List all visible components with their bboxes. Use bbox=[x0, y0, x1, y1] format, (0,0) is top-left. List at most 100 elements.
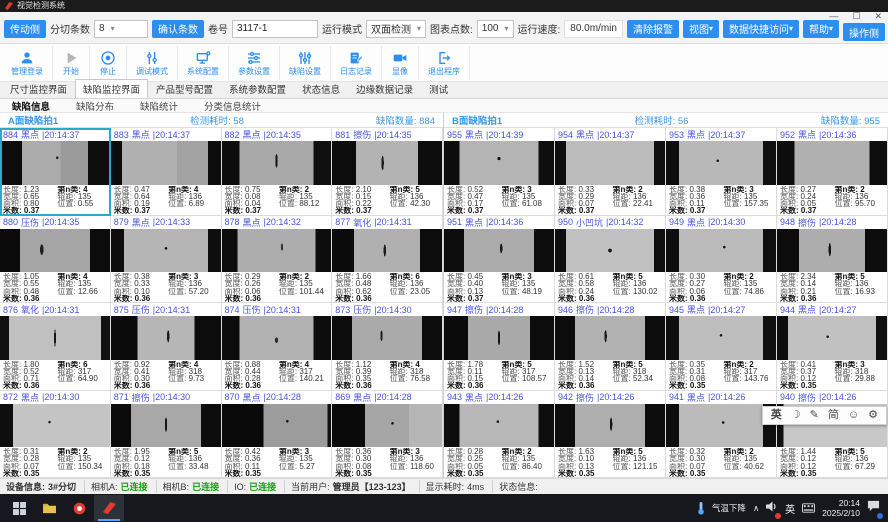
debug-mode-button[interactable]: 调试模式 bbox=[127, 46, 178, 80]
defect-cell[interactable]: 946 擦伤 |20:14:28 长度: 1.52 宽度: 0.13 面积: 0… bbox=[555, 303, 666, 391]
defect-cell[interactable]: 947 擦伤 |20:14:28 长度: 1.78 宽度: 0.11 面积: 0… bbox=[444, 303, 555, 391]
defect-cell[interactable]: 872 黑点 |20:14:30 长度: 0.31 宽度: 0.28 面积: 0… bbox=[0, 391, 111, 479]
defect-image[interactable] bbox=[111, 141, 221, 185]
defect-image[interactable] bbox=[555, 404, 665, 448]
defect-cell[interactable]: 870 黑点 |20:14:28 长度: 0.42 宽度: 0.36 面积: 0… bbox=[222, 391, 333, 479]
ime-simplified-toggle[interactable]: 简 bbox=[828, 407, 839, 424]
subtab-class-info-statistics[interactable]: 分类信息统计 bbox=[204, 99, 261, 113]
taskbar-app-explorer[interactable] bbox=[34, 495, 64, 521]
drive-side-button[interactable]: 传动侧 bbox=[4, 20, 46, 38]
defect-image[interactable] bbox=[444, 404, 554, 448]
defect-image[interactable] bbox=[0, 404, 110, 448]
defect-cell[interactable]: 873 压伤 |20:14:30 长度: 1.12 宽度: 0.39 面积: 0… bbox=[332, 303, 443, 391]
subtab-defect-distribution[interactable]: 缺陷分布 bbox=[76, 99, 114, 113]
defect-image[interactable] bbox=[777, 229, 887, 273]
defect-cell[interactable]: 884 黑点 |20:14:37 长度: 1.23 宽度: 0.65 面积: 0… bbox=[0, 128, 111, 216]
defect-image[interactable] bbox=[332, 316, 442, 360]
tab-test[interactable]: 测试 bbox=[421, 79, 456, 98]
touch-keyboard-icon[interactable] bbox=[802, 503, 815, 513]
defect-cell[interactable]: 876 氧化 |20:14:31 长度: 1.80 宽度: 0.52 面积: 0… bbox=[0, 303, 111, 391]
defect-cell[interactable]: 944 黑点 |20:14:27 长度: 0.41 宽度: 0.37 面积: 0… bbox=[777, 303, 888, 391]
defect-image[interactable] bbox=[332, 141, 442, 185]
minimize-button[interactable]: — bbox=[829, 11, 838, 21]
exit-program-button[interactable]: 退出程序 bbox=[419, 46, 470, 80]
data-shortcut-menu-button[interactable]: 数据快捷访问 bbox=[723, 20, 799, 38]
tab-size-monitor[interactable]: 尺寸监控界面 bbox=[2, 79, 75, 98]
defect-cell[interactable]: 940 擦伤 |20:14:26 长度: 1.44 宽度: 0.12 面积: 0… bbox=[777, 391, 888, 479]
defect-image[interactable] bbox=[0, 141, 110, 185]
clear-alarm-button[interactable]: 清除报警 bbox=[627, 20, 679, 38]
defect-image[interactable] bbox=[777, 141, 887, 185]
subtab-defect-statistics[interactable]: 缺陷统计 bbox=[140, 99, 178, 113]
defect-cell[interactable]: 881 擦伤 |20:14:35 长度: 2.10 宽度: 0.15 面积: 0… bbox=[332, 128, 443, 216]
defect-image[interactable] bbox=[0, 316, 110, 360]
defect-image[interactable] bbox=[555, 229, 665, 273]
defect-cell[interactable]: 952 黑点 |20:14:36 长度: 0.27 宽度: 0.24 面积: 0… bbox=[777, 128, 888, 216]
tab-defect-monitor[interactable]: 缺陷监控界面 bbox=[75, 79, 148, 98]
defect-image[interactable] bbox=[0, 229, 110, 273]
defect-cell[interactable]: 871 擦伤 |20:14:30 长度: 1.95 宽度: 0.12 面积: 0… bbox=[111, 391, 222, 479]
defect-cell[interactable]: 874 压伤 |20:14:31 长度: 0.88 宽度: 0.44 面积: 0… bbox=[222, 303, 333, 391]
tab-system-params[interactable]: 系统参数配置 bbox=[221, 79, 294, 98]
ime-pen-icon[interactable]: ✎ bbox=[810, 407, 819, 424]
view-menu-button[interactable]: 视图 bbox=[683, 20, 719, 38]
defect-image[interactable] bbox=[555, 316, 665, 360]
volume-icon[interactable] bbox=[766, 499, 778, 517]
defect-cell[interactable]: 877 氧化 |20:14:31 长度: 1.66 宽度: 0.48 面积: 0… bbox=[332, 216, 443, 304]
defect-image[interactable] bbox=[222, 141, 332, 185]
taskbar-app-inspection-active[interactable] bbox=[94, 495, 124, 521]
defect-image[interactable] bbox=[332, 229, 442, 273]
defect-cell[interactable]: 869 黑点 |20:14:28 长度: 0.36 宽度: 0.30 面积: 0… bbox=[332, 391, 443, 479]
defect-cell[interactable]: 954 黑点 |20:14:37 长度: 0.33 宽度: 0.29 面积: 0… bbox=[555, 128, 666, 216]
tray-language-indicator[interactable]: 英 bbox=[785, 501, 795, 516]
operator-side-button[interactable]: 操作侧 bbox=[843, 23, 885, 41]
defect-cell[interactable]: 942 擦伤 |20:14:26 长度: 1.63 宽度: 0.10 面积: 0… bbox=[555, 391, 666, 479]
log-record-button[interactable]: 日志记录 bbox=[331, 46, 382, 80]
ime-settings-icon[interactable]: ⚙ bbox=[868, 407, 878, 424]
defect-cell[interactable]: 883 黑点 |20:14:37 长度: 0.47 宽度: 0.64 面积: 0… bbox=[111, 128, 222, 216]
defect-cell[interactable]: 941 黑点 |20:14:26 长度: 0.32 宽度: 0.30 面积: 0… bbox=[666, 391, 777, 479]
chart-points-select[interactable]: 100 bbox=[477, 20, 514, 38]
defect-cell[interactable]: 882 黑点 |20:14:35 长度: 0.75 宽度: 0.08 面积: 0… bbox=[222, 128, 333, 216]
defect-image[interactable] bbox=[666, 404, 776, 448]
tab-status-info[interactable]: 状态信息 bbox=[294, 79, 348, 98]
defect-cell[interactable]: 945 黑点 |20:14:27 长度: 0.35 宽度: 0.31 面积: 0… bbox=[666, 303, 777, 391]
defect-image[interactable] bbox=[222, 404, 332, 448]
defect-cell[interactable]: 951 黑点 |20:14:36 长度: 0.45 宽度: 0.40 面积: 0… bbox=[444, 216, 555, 304]
defect-cell[interactable]: 879 黑点 |20:14:33 长度: 0.38 宽度: 0.33 面积: 0… bbox=[111, 216, 222, 304]
start-button[interactable]: 开始 bbox=[53, 46, 90, 80]
confirm-count-button[interactable]: 确认条数 bbox=[152, 20, 204, 38]
defect-image[interactable] bbox=[555, 141, 665, 185]
defect-image[interactable] bbox=[666, 229, 776, 273]
defect-image[interactable] bbox=[666, 141, 776, 185]
imaging-button[interactable]: 显像 bbox=[382, 46, 419, 80]
ime-moon-icon[interactable]: ☽ bbox=[791, 407, 801, 424]
taskbar-app-red-circle[interactable] bbox=[64, 495, 94, 521]
defect-image[interactable] bbox=[111, 229, 221, 273]
defect-cell[interactable]: 943 黑点 |20:14:26 长度: 0.28 宽度: 0.25 面积: 0… bbox=[444, 391, 555, 479]
defect-image[interactable] bbox=[222, 316, 332, 360]
help-menu-button[interactable]: 帮助 bbox=[803, 20, 839, 38]
tab-edge-data-record[interactable]: 边缘数据记录 bbox=[348, 79, 421, 98]
system-config-button[interactable]: 系统配置 bbox=[178, 46, 229, 80]
defect-image[interactable] bbox=[111, 316, 221, 360]
roll-number-input[interactable] bbox=[232, 20, 318, 38]
ime-lang-toggle[interactable]: 英 bbox=[771, 407, 782, 424]
start-button[interactable] bbox=[4, 495, 34, 521]
defect-cell[interactable]: 948 擦伤 |20:14:28 长度: 2.34 宽度: 0.14 面积: 0… bbox=[777, 216, 888, 304]
defect-image[interactable] bbox=[444, 316, 554, 360]
defect-cell[interactable]: 953 黑点 |20:14:37 长度: 0.38 宽度: 0.36 面积: 0… bbox=[666, 128, 777, 216]
defect-settings-button[interactable]: 缺陷设置 bbox=[280, 46, 331, 80]
defect-cell[interactable]: 949 黑点 |20:14:30 长度: 0.30 宽度: 0.27 面积: 0… bbox=[666, 216, 777, 304]
defect-image[interactable] bbox=[444, 141, 554, 185]
admin-login-button[interactable]: 管理登录 bbox=[2, 46, 53, 80]
defect-image[interactable] bbox=[332, 404, 442, 448]
parameter-settings-button[interactable]: 参数设置 bbox=[229, 46, 280, 80]
defect-cell[interactable]: 955 黑点 |20:14:39 长度: 0.52 宽度: 0.47 面积: 0… bbox=[444, 128, 555, 216]
defect-image[interactable] bbox=[111, 404, 221, 448]
maximize-button[interactable]: ☐ bbox=[852, 11, 860, 21]
defect-cell[interactable]: 875 压伤 |20:14:31 长度: 0.92 宽度: 0.41 面积: 0… bbox=[111, 303, 222, 391]
clock[interactable]: 20:14 2025/2/10 bbox=[822, 498, 860, 518]
run-mode-select[interactable]: 双面检测 bbox=[366, 20, 426, 38]
ime-emoji-icon[interactable]: ☺ bbox=[848, 407, 859, 424]
